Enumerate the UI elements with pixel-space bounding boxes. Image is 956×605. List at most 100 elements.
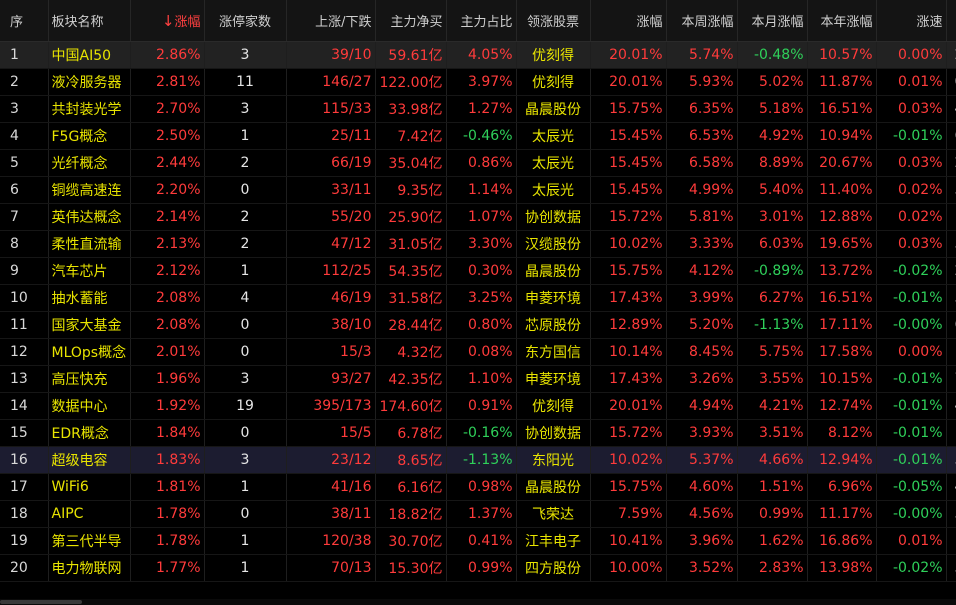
speed: -0.01% — [876, 419, 947, 447]
col-header-month-change[interactable]: 本月涨幅 — [737, 0, 808, 42]
sector-name[interactable]: 第三代半导 — [48, 527, 131, 555]
main-ratio: 1.10% — [446, 365, 517, 393]
table-row[interactable]: 6 铜缆高速连 2.20% 0 33/11 9.35亿 1.14% 太辰光 15.45% 4.99… — [0, 176, 956, 204]
col-header-sector-name[interactable]: 板块名称 — [48, 0, 131, 42]
horizontal-scrollbar[interactable] — [0, 599, 956, 605]
sector-name[interactable]: 铜缆高速连 — [48, 176, 131, 204]
col-header-truncated[interactable] — [946, 0, 956, 42]
leading-stock[interactable]: 晶晨股份 — [516, 257, 591, 285]
year-change: 13.72% — [807, 257, 877, 285]
col-header-limit-up-count[interactable]: 涨停家数 — [204, 0, 287, 42]
year-change: 6.96% — [807, 473, 877, 501]
leading-stock[interactable]: 四方股份 — [516, 554, 591, 582]
table-row[interactable]: 11 国家大基金 2.08% 0 38/10 28.44亿 0.80% 芯原股份 12.89% 5… — [0, 311, 956, 339]
table-row[interactable]: 9 汽车芯片 2.12% 1 112/25 54.35亿 0.30% 晶晨股份 15.75% 4.… — [0, 257, 956, 285]
leading-stock[interactable]: 太辰光 — [516, 122, 591, 150]
table-row[interactable]: 2 液冷服务器 2.81% 11 146/27 122.00亿 3.97% 优刻得 20.01%… — [0, 68, 956, 96]
sector-name[interactable]: 电力物联网 — [48, 554, 131, 582]
leading-stock[interactable]: 东阳光 — [516, 446, 591, 474]
col-header-speed[interactable]: 涨速 — [876, 0, 947, 42]
leader-change: 10.02% — [590, 446, 667, 474]
week-change: 6.35% — [666, 95, 738, 123]
table-row[interactable]: 16 超级电容 1.83% 3 23/12 8.65亿 -1.13% 东阳光 10.02% 5.3… — [0, 446, 956, 474]
week-change: 8.45% — [666, 338, 738, 366]
sector-name[interactable]: AIPC — [48, 500, 131, 528]
main-net-buy: 122.00亿 — [375, 68, 447, 96]
table-row[interactable]: 10 抽水蓄能 2.08% 4 46/19 31.58亿 3.25% 申菱环境 17.43% 3.… — [0, 284, 956, 312]
leading-stock[interactable]: 优刻得 — [516, 41, 591, 69]
sector-name[interactable]: F5G概念 — [48, 122, 131, 150]
sector-name[interactable]: WiFi6 — [48, 473, 131, 501]
up-down-count: 66/19 — [286, 149, 376, 177]
sector-name[interactable]: 抽水蓄能 — [48, 284, 131, 312]
sector-name[interactable]: 光纤概念 — [48, 149, 131, 177]
leading-stock[interactable]: 芯原股份 — [516, 311, 591, 339]
leading-stock[interactable]: 飞荣达 — [516, 500, 591, 528]
leading-stock[interactable]: 汉缆股份 — [516, 230, 591, 258]
table-row[interactable]: 20 电力物联网 1.77% 1 70/13 15.30亿 0.99% 四方股份 10.00% 3… — [0, 554, 956, 582]
sector-name[interactable]: 国家大基金 — [48, 311, 131, 339]
leading-stock[interactable]: 协创数据 — [516, 419, 591, 447]
year-change: 17.11% — [807, 311, 877, 339]
table-row[interactable]: 1 中国AI50 2.86% 3 39/10 59.61亿 4.05% 优刻得 20.01% 5.… — [0, 41, 956, 69]
table-row[interactable]: 5 光纤概念 2.44% 2 66/19 35.04亿 0.86% 太辰光 15.45% 6.58… — [0, 149, 956, 177]
truncated-value: 18 — [946, 338, 956, 366]
sector-name[interactable]: 中国AI50 — [48, 41, 131, 69]
sector-name[interactable]: EDR概念 — [48, 419, 131, 447]
col-header-main-ratio[interactable]: 主力占比 — [446, 0, 517, 42]
col-header-up-down[interactable]: 上涨/下跌 — [286, 0, 376, 42]
speed: 0.03% — [876, 149, 947, 177]
leader-change: 12.89% — [590, 311, 667, 339]
leading-stock[interactable]: 优刻得 — [516, 68, 591, 96]
sector-name[interactable]: 汽车芯片 — [48, 257, 131, 285]
col-header-year-change[interactable]: 本年涨幅 — [807, 0, 877, 42]
leading-stock[interactable]: 晶晨股份 — [516, 473, 591, 501]
sector-name[interactable]: 柔性直流输 — [48, 230, 131, 258]
table-row[interactable]: 17 WiFi6 1.81% 1 41/16 6.16亿 0.98% 晶晨股份 15.75% 4.… — [0, 473, 956, 501]
table-row[interactable]: 15 EDR概念 1.84% 0 15/5 6.78亿 -0.16% 协创数据 15.72% 3.… — [0, 419, 956, 447]
leading-stock[interactable]: 江丰电子 — [516, 527, 591, 555]
sector-name[interactable]: MLOps概念 — [48, 338, 131, 366]
main-net-buy: 25.90亿 — [375, 203, 447, 231]
leading-stock[interactable]: 优刻得 — [516, 392, 591, 420]
col-header-week-change[interactable]: 本周涨幅 — [666, 0, 738, 42]
col-header-index[interactable]: 序 — [0, 0, 49, 42]
limit-up-count: 0 — [204, 500, 287, 528]
col-header-leader-change[interactable]: 涨幅 — [590, 0, 667, 42]
up-down-count: 146/27 — [286, 68, 376, 96]
table-row[interactable]: 12 MLOps概念 2.01% 0 15/3 4.32亿 0.08% 东方国信 10.14% 8… — [0, 338, 956, 366]
leading-stock[interactable]: 晶晨股份 — [516, 95, 591, 123]
year-change: 19.65% — [807, 230, 877, 258]
table-row[interactable]: 13 高压快充 1.96% 3 93/27 42.35亿 1.10% 申菱环境 17.43% 3.… — [0, 365, 956, 393]
up-down-count: 39/10 — [286, 41, 376, 69]
table-row[interactable]: 7 英伟达概念 2.14% 2 55/20 25.90亿 1.07% 协创数据 15.72% 5.… — [0, 203, 956, 231]
leading-stock[interactable]: 申菱环境 — [516, 365, 591, 393]
table-row[interactable]: 4 F5G概念 2.50% 1 25/11 7.42亿 -0.46% 太辰光 15.45% 6.5… — [0, 122, 956, 150]
sector-name[interactable]: 高压快充 — [48, 365, 131, 393]
main-net-buy: 7.42亿 — [375, 122, 447, 150]
sector-name[interactable]: 超级电容 — [48, 446, 131, 474]
scrollbar-thumb[interactable] — [0, 600, 82, 604]
col-header-change-sorted[interactable]: ↓涨幅 — [130, 0, 205, 42]
col-header-main-net-buy[interactable]: 主力净买 — [375, 0, 447, 42]
week-change: 3.93% — [666, 419, 738, 447]
truncated-value: 24 — [946, 257, 956, 285]
table-row[interactable]: 18 AIPC 1.78% 0 38/11 18.82亿 1.37% 飞荣达 7.59% 4.56… — [0, 500, 956, 528]
sector-name[interactable]: 数据中心 — [48, 392, 131, 420]
leading-stock[interactable]: 太辰光 — [516, 176, 591, 204]
table-row[interactable]: 8 柔性直流输 2.13% 2 47/12 31.05亿 3.30% 汉缆股份 10.02% 3.… — [0, 230, 956, 258]
col-header-leading-stock[interactable]: 领涨股票 — [516, 0, 591, 42]
leading-stock[interactable]: 太辰光 — [516, 149, 591, 177]
speed: -0.05% — [876, 473, 947, 501]
leading-stock[interactable]: 协创数据 — [516, 203, 591, 231]
sector-name[interactable]: 英伟达概念 — [48, 203, 131, 231]
table-row[interactable]: 19 第三代半导 1.78% 1 120/38 30.70亿 0.41% 江丰电子 10.41%… — [0, 527, 956, 555]
truncated-value: 54 — [946, 500, 956, 528]
table-row[interactable]: 3 共封装光学 2.70% 3 115/33 33.98亿 1.27% 晶晨股份 15.75% 6… — [0, 95, 956, 123]
leading-stock[interactable]: 申菱环境 — [516, 284, 591, 312]
table-row[interactable]: 14 数据中心 1.92% 19 395/173 174.60亿 0.91% 优刻得 20.01… — [0, 392, 956, 420]
truncated-value: 32 — [946, 446, 956, 474]
leading-stock[interactable]: 东方国信 — [516, 338, 591, 366]
sector-name[interactable]: 液冷服务器 — [48, 68, 131, 96]
sector-name[interactable]: 共封装光学 — [48, 95, 131, 123]
